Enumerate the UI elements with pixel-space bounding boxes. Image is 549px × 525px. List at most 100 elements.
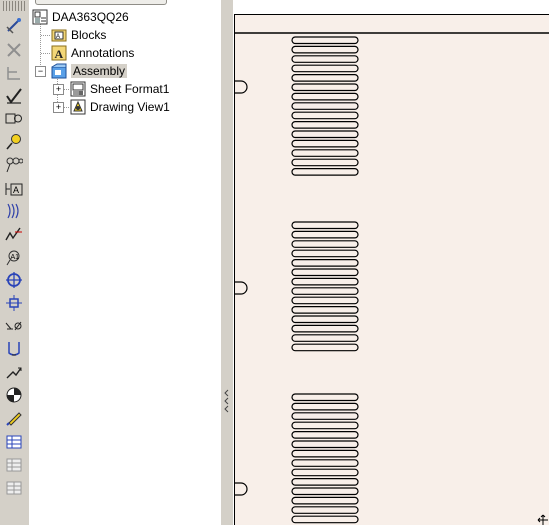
tree-connector [41, 53, 50, 54]
slot [291, 158, 359, 167]
datum-target-icon[interactable] [4, 385, 24, 405]
hole-table-icon[interactable] [4, 477, 24, 497]
slot [291, 324, 359, 333]
slot [291, 478, 359, 486]
drawing-view-icon [70, 99, 86, 115]
expand-icon[interactable]: + [53, 84, 64, 95]
sheet-format-icon [70, 81, 86, 97]
surface-finish-icon[interactable] [4, 224, 24, 244]
tree-item-assembly[interactable]: Assembly [51, 62, 128, 80]
toolbar-grip[interactable] [3, 1, 25, 11]
part-geometry [235, 32, 549, 524]
slot [291, 334, 359, 342]
center-mark-icon[interactable] [4, 270, 24, 290]
slot [291, 468, 359, 477]
splitter-arrows-icon[interactable] [223, 388, 230, 416]
slot [291, 168, 359, 176]
tree-item-blocks[interactable]: A Blocks [51, 26, 106, 44]
auto-balloon-icon[interactable] [4, 155, 24, 175]
tree-item-label: Drawing View1 [90, 100, 170, 114]
slot [291, 102, 359, 110]
bom-table-icon[interactable] [4, 454, 24, 474]
tree-item-label: Blocks [71, 28, 107, 42]
slot [291, 45, 359, 54]
svg-text:A: A [55, 47, 64, 61]
slot [291, 515, 359, 524]
slot [291, 221, 359, 230]
text-annotation-icon[interactable]: A [4, 178, 24, 198]
smart-dimension-icon[interactable] [4, 16, 24, 36]
hole-callout-icon[interactable] [4, 339, 24, 359]
slot [291, 111, 359, 120]
drawing-sheet [234, 14, 549, 525]
slot [291, 287, 359, 295]
slot [291, 36, 359, 45]
table-icon[interactable] [4, 431, 24, 451]
slot [291, 268, 359, 277]
tree-item-label: Annotations [71, 46, 135, 60]
slot [291, 296, 359, 305]
tree-item-drawing-view[interactable]: Drawing View1 [70, 98, 170, 116]
geometric-tolerance-icon[interactable] [4, 316, 24, 336]
slot [291, 402, 359, 411]
collapse-icon[interactable]: − [35, 66, 46, 77]
slot [291, 315, 359, 324]
blocks-folder-icon: A [51, 27, 67, 43]
slot [291, 459, 359, 467]
tree-tab[interactable] [35, 0, 167, 5]
slot [291, 130, 359, 139]
tree-connector [41, 35, 50, 36]
ordinate-icon[interactable] [4, 63, 24, 83]
slot [291, 440, 359, 449]
tree-item-label: Sheet Format1 [90, 82, 170, 96]
tree-connector [40, 24, 41, 71]
expand-icon[interactable]: + [53, 102, 64, 113]
tree-item-annotations[interactable]: A Annotations [51, 44, 134, 62]
hatch-icon[interactable] [4, 201, 24, 221]
weld-symbol-icon[interactable]: A1 [4, 247, 24, 267]
datum-feature-icon[interactable] [4, 293, 24, 313]
resize-icon[interactable] [537, 513, 549, 525]
edge-notch [235, 482, 248, 496]
slot [291, 149, 359, 157]
slot [291, 64, 359, 73]
model-items-icon[interactable] [4, 362, 24, 382]
trim-icon[interactable] [4, 40, 24, 60]
revision-cloud-icon[interactable] [4, 408, 24, 428]
slot [291, 431, 359, 439]
check-icon[interactable] [4, 86, 24, 106]
slot [291, 277, 359, 286]
slot [291, 412, 359, 420]
slot [291, 240, 359, 248]
edge-notch [235, 80, 248, 94]
slot [291, 249, 359, 258]
drawing-canvas[interactable] [233, 0, 549, 525]
slot [291, 55, 359, 63]
balloon-icon[interactable] [4, 132, 24, 152]
edge-notch [235, 281, 248, 295]
slot [291, 73, 359, 82]
annotation-toolbar: A A1 [0, 0, 30, 525]
slot [291, 306, 359, 314]
tree-item-sheet-format[interactable]: Sheet Format1 [70, 80, 169, 98]
slot [291, 120, 359, 129]
slot [291, 421, 359, 430]
tree-root[interactable]: DAA363QQ26 [32, 8, 129, 26]
slot [291, 259, 359, 267]
slot [291, 487, 359, 496]
svg-text:A: A [13, 185, 19, 195]
slot [291, 496, 359, 505]
slot [291, 92, 359, 101]
feature-manager-tree: DAA363QQ26 A Blocks A Annotations − Asse… [29, 0, 221, 525]
slot [291, 83, 359, 92]
drawing-document-icon [32, 9, 48, 25]
panel-splitter[interactable] [220, 0, 234, 525]
svg-text:A: A [56, 34, 60, 40]
svg-text:A1: A1 [11, 254, 20, 261]
slot [291, 393, 359, 402]
slot [291, 139, 359, 148]
annotations-icon: A [51, 45, 67, 61]
note-box-icon[interactable] [4, 109, 24, 129]
slot [291, 449, 359, 458]
tree-item-label: Assembly [71, 64, 128, 78]
